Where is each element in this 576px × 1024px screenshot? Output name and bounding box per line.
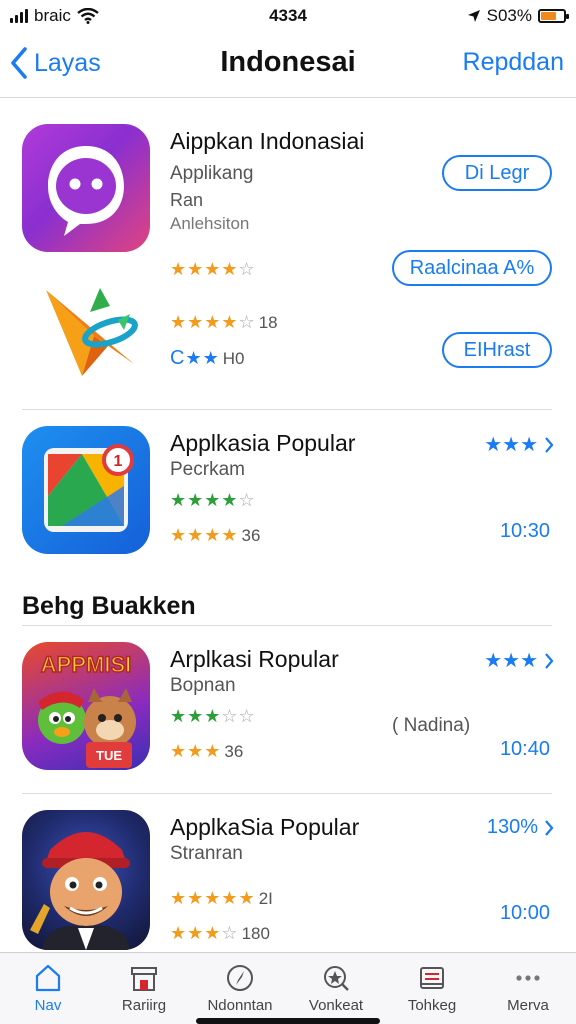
rating-link[interactable]: ★★★ bbox=[484, 648, 554, 673]
rating-badge[interactable]: Raalcinaa A% bbox=[392, 250, 552, 286]
install-button[interactable]: EIHrast bbox=[442, 332, 552, 368]
rating-stars: ★★★★☆ bbox=[170, 490, 256, 510]
tab-label: Vonkeat bbox=[308, 997, 364, 1014]
divider bbox=[22, 409, 552, 410]
status-bar: braic 4334 S03% bbox=[0, 0, 576, 34]
app-icon-gallery[interactable]: 1 bbox=[22, 426, 150, 554]
divider bbox=[22, 793, 552, 794]
rating-stars-secondary: ★★★★ 36 bbox=[170, 525, 261, 545]
tab-nav[interactable]: Nav bbox=[0, 953, 96, 1024]
tab-label: Tohkeg bbox=[407, 997, 457, 1014]
tab-bar: Nav Rariirg Ndonntan Vonkeat Tohkeg Merv… bbox=[0, 952, 576, 1024]
status-right: S03% bbox=[467, 6, 569, 26]
app-title: Applkasia Popular bbox=[170, 430, 356, 456]
app-row[interactable]: ApplkaSia Popular Stranran ★★★★★ 2I ★★★☆ 1… bbox=[0, 810, 576, 950]
app-icon-chat[interactable] bbox=[22, 124, 150, 252]
svg-text:1: 1 bbox=[114, 453, 123, 470]
home-indicator[interactable] bbox=[196, 1018, 380, 1024]
location-arrow-icon bbox=[467, 10, 480, 22]
cartoon-character-icon bbox=[30, 832, 130, 950]
section-title: Behg Buakken bbox=[22, 592, 196, 620]
chat-bubble-icon bbox=[48, 146, 124, 236]
percent-link[interactable]: 130% bbox=[487, 816, 554, 839]
game-characters-icon: APPMISI TUE bbox=[38, 651, 136, 768]
rating-stars-secondary: C★★ H0 bbox=[170, 347, 245, 369]
app-developer: Anlehsiton bbox=[170, 214, 250, 233]
app-value: 10:40 bbox=[499, 738, 550, 760]
app-subtitle: Bopnan bbox=[170, 675, 236, 696]
tab-tohkeg[interactable]: Tohkeg bbox=[384, 953, 480, 1024]
rating-stars: ★★★★☆ bbox=[170, 259, 256, 279]
tab-label: Ndonntan bbox=[207, 997, 273, 1014]
more-icon bbox=[516, 975, 540, 981]
app-row[interactable]: APPMISI TUE Arplkasi Ropular Bopnan ★★★☆… bbox=[0, 642, 576, 782]
rating-stars-secondary: ★★★ 36 bbox=[170, 741, 244, 761]
app-value: 10:30 bbox=[499, 520, 550, 542]
home-icon bbox=[35, 964, 61, 992]
photo-gallery-icon: 1 bbox=[44, 444, 134, 532]
compass-icon bbox=[227, 965, 253, 991]
tray-icon bbox=[420, 967, 444, 989]
store-icon bbox=[131, 967, 157, 991]
rating-stars: ★★★☆☆ bbox=[170, 706, 256, 726]
app-title: Aippkan Indonasiai bbox=[170, 128, 365, 154]
tab-vonkeat[interactable]: Vonkeat bbox=[288, 953, 384, 1024]
star-search-icon bbox=[324, 966, 349, 991]
chevron-right-icon bbox=[545, 652, 554, 669]
tab-merva[interactable]: Merva bbox=[480, 953, 576, 1024]
app-row[interactable]: ★★★★☆ 18 C★★ H0 EIHrast bbox=[0, 284, 576, 404]
app-subtitle: Pecrkam bbox=[170, 459, 245, 480]
app-row[interactable]: 1 Applkasia Popular Pecrkam ★★★★☆ ★★★★ 36… bbox=[0, 426, 576, 556]
svg-text:TUE: TUE bbox=[96, 748, 122, 763]
svg-text:APPMISI: APPMISI bbox=[41, 652, 131, 677]
battery-icon bbox=[538, 9, 569, 23]
tab-label: Nav bbox=[34, 997, 62, 1014]
app-icon-game[interactable]: APPMISI TUE bbox=[22, 642, 150, 770]
rating-link[interactable]: ★★★ bbox=[484, 432, 554, 457]
tab-ndonntan[interactable]: Ndonntan bbox=[192, 953, 288, 1024]
app-subtitle: Stranran bbox=[170, 843, 243, 864]
app-category: Ran bbox=[170, 190, 204, 210]
chevron-right-icon bbox=[545, 819, 554, 836]
battery-percent: S03% bbox=[486, 6, 532, 25]
rating-stars-secondary: ★★★☆ 180 bbox=[170, 923, 270, 943]
tab-label: Merva bbox=[507, 997, 549, 1014]
app-value: 10:00 bbox=[499, 902, 550, 924]
tab-label: Rariirg bbox=[121, 997, 167, 1014]
rating-stars: ★★★★★ 2I bbox=[170, 888, 273, 908]
app-icon-character[interactable] bbox=[22, 810, 150, 950]
navigation-bar: Layas Indonesai Repddan bbox=[0, 34, 576, 98]
app-title: Arplkasi Ropular bbox=[170, 646, 339, 672]
tab-rariirg[interactable]: Rariirg bbox=[96, 953, 192, 1024]
paper-plane-logo-icon[interactable] bbox=[38, 284, 142, 380]
divider bbox=[22, 625, 552, 626]
get-button[interactable]: Di Legr bbox=[442, 155, 552, 191]
app-subtitle: Applikang bbox=[170, 163, 254, 184]
rating-stars: ★★★★☆ 18 bbox=[170, 312, 278, 332]
nav-action-button[interactable]: Repddan bbox=[463, 48, 564, 77]
app-tag: ( Nadina) bbox=[392, 715, 471, 736]
chevron-right-icon bbox=[545, 436, 554, 453]
app-title: ApplkaSia Popular bbox=[170, 814, 360, 840]
battery-fill bbox=[541, 12, 557, 20]
